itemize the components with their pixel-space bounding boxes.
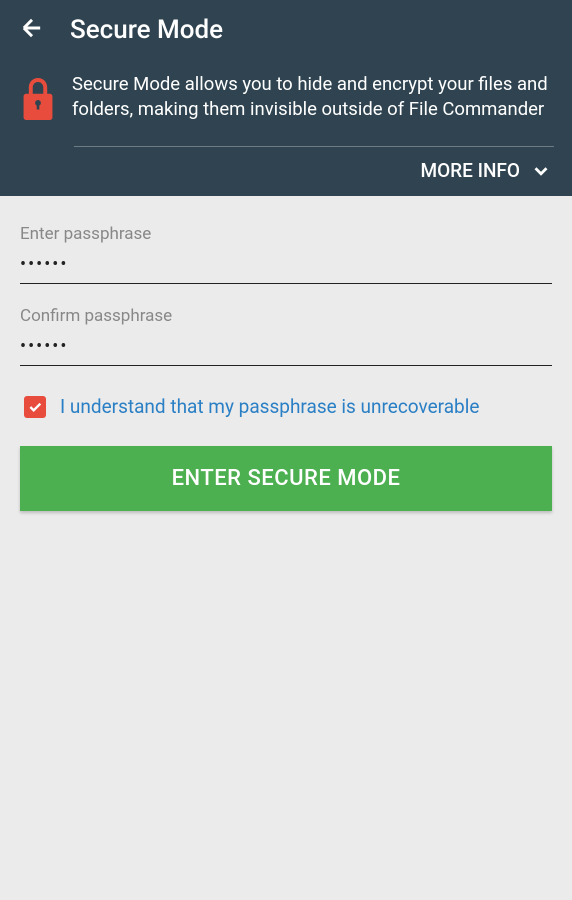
lock-icon: [22, 78, 54, 124]
form-area: Enter passphrase Confirm passphrase I un…: [0, 196, 572, 511]
info-description: Secure Mode allows you to hide and encry…: [72, 72, 554, 122]
confirm-label: Confirm passphrase: [20, 306, 552, 326]
page-title: Secure Mode: [70, 15, 223, 45]
chevron-down-icon: [530, 160, 552, 182]
confirm-input[interactable]: [20, 332, 552, 366]
info-section: Secure Mode allows you to hide and encry…: [0, 56, 572, 134]
app-header: Secure Mode Secure Mode allows you to hi…: [0, 0, 572, 196]
passphrase-label: Enter passphrase: [20, 224, 552, 244]
passphrase-input[interactable]: [20, 250, 552, 284]
checkbox-label: I understand that my passphrase is unrec…: [60, 394, 479, 420]
confirm-field-group: Confirm passphrase: [20, 306, 552, 366]
back-arrow-icon: [18, 14, 46, 46]
passphrase-field-group: Enter passphrase: [20, 224, 552, 284]
checkbox-checked-icon: [24, 396, 46, 418]
more-info-label: MORE INFO: [420, 159, 520, 182]
header-top-bar: Secure Mode: [0, 0, 572, 56]
more-info-button[interactable]: MORE INFO: [0, 147, 572, 196]
back-button[interactable]: [18, 14, 46, 46]
acknowledge-checkbox-row[interactable]: I understand that my passphrase is unrec…: [20, 394, 552, 420]
enter-secure-mode-button[interactable]: ENTER SECURE MODE: [20, 446, 552, 511]
